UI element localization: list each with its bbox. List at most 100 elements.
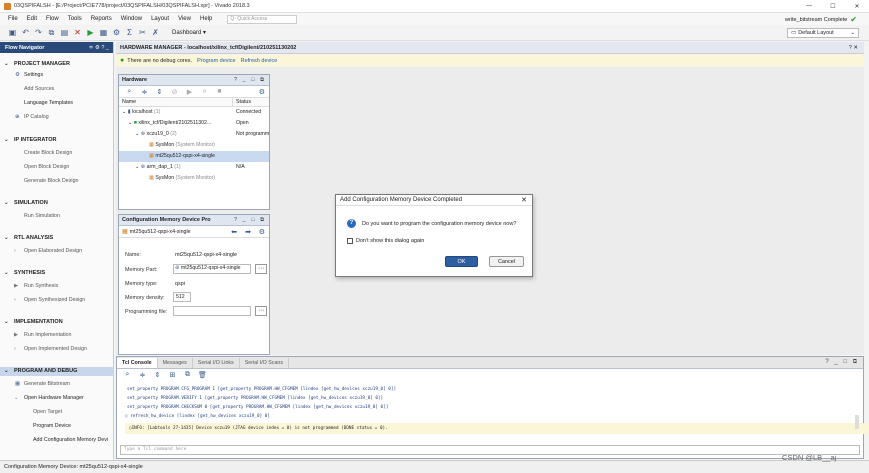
back-arrow-icon[interactable]: ⬅ (231, 228, 237, 236)
menu-help[interactable]: Help (200, 16, 212, 22)
filter-icon[interactable]: ⊞ (165, 371, 180, 379)
tcl-command-input[interactable]: Type a Tcl command here (120, 445, 860, 455)
table-row-selected[interactable]: ▦ mt25qu512-qspi-x4-single (119, 151, 269, 162)
nav-ip-catalog[interactable]: ⊕ IP Catalog (0, 113, 114, 122)
refresh-device-link[interactable]: Refresh device (241, 58, 278, 64)
open-project-icon[interactable]: ▣ (6, 28, 19, 37)
sigma-icon[interactable]: Σ (123, 28, 136, 37)
stop-icon[interactable]: ■ (212, 88, 227, 95)
console-scrollbar[interactable] (855, 415, 859, 429)
clear-icon[interactable]: 🗑 (195, 371, 210, 379)
table-row[interactable]: ⌄ ⊛ arm_dap_1 (1) N/A (119, 162, 269, 173)
section-project-manager[interactable]: ⌄ PROJECT MANAGER (0, 60, 114, 69)
expand-icon[interactable]: ⇕ (152, 88, 167, 96)
program-icon[interactable]: ▦ (97, 28, 110, 37)
nav-run-simulation[interactable]: Run Simulation (0, 212, 114, 221)
column-name[interactable]: Name (119, 98, 233, 106)
nav-language-templates[interactable]: Language Templates (0, 99, 114, 108)
nav-open-implemented-design[interactable]: › Open Implemented Design (0, 345, 114, 354)
table-row[interactable]: ▦ SysMon (System Monitor) (119, 140, 269, 151)
close-window-icon[interactable]: ✕ (845, 3, 869, 10)
section-synthesis[interactable]: ⌄ SYNTHESIS (0, 269, 114, 278)
connect-icon[interactable]: ⊘ (167, 88, 182, 96)
help-icon[interactable]: ? ✕ (849, 45, 858, 51)
nav-create-block-design[interactable]: Create Block Design (0, 149, 114, 158)
cancel-button[interactable]: Cancel (489, 256, 524, 267)
panel-window-icons[interactable]: ? _ □ ⧉ (234, 217, 266, 224)
table-row[interactable]: ▦ SysMon (System Monitor) (119, 173, 269, 184)
nav-add-sources[interactable]: Add Sources (0, 85, 114, 94)
tab-serial-io-scans[interactable]: Serial I/O Scans (240, 358, 289, 368)
nav-open-hardware-manager[interactable]: ⌄ Open Hardware Manager (0, 394, 114, 403)
settings-icon[interactable]: ⚙ (110, 28, 123, 37)
close-icon[interactable]: ✕ (521, 196, 527, 204)
expand-icon[interactable]: ⇕ (150, 371, 165, 379)
menu-reports[interactable]: Reports (91, 16, 112, 22)
memory-part-field[interactable]: ⊛ mt25qu512-qspi-x4-single (173, 264, 251, 274)
nav-open-block-design[interactable]: Open Block Design (0, 163, 114, 172)
fast-forward-icon[interactable]: » (197, 88, 212, 95)
section-ip-integrator[interactable]: ⌄ IP INTEGRATOR (0, 136, 114, 145)
maximize-icon[interactable]: ☐ (821, 3, 845, 10)
nav-open-synthesized-design[interactable]: › Open Synthesized Design (0, 296, 114, 305)
copy-icon[interactable]: ⧉ (45, 28, 58, 38)
program-device-link[interactable]: Program device (197, 58, 236, 64)
tab-tcl-console[interactable]: Tcl Console (117, 358, 158, 368)
cut-icon[interactable]: ✂ (136, 28, 149, 37)
table-row[interactable]: ⌄ ▮ localhost (1) Connected (119, 107, 269, 118)
gear-icon[interactable]: ⚙ (259, 228, 265, 236)
menu-window[interactable]: Window (121, 16, 142, 22)
panel-window-icons[interactable]: ? _ □ ⧉ (825, 359, 859, 366)
undo-icon[interactable]: ↶ (19, 28, 32, 37)
delete-icon[interactable]: ✕ (71, 28, 84, 37)
menu-edit[interactable]: Edit (27, 16, 37, 22)
panel-window-icons[interactable]: ? _ □ ⧉ (234, 77, 266, 84)
run-icon[interactable]: ▶ (84, 28, 97, 37)
memory-density-field[interactable]: 512 (173, 292, 191, 302)
minimize-icon[interactable]: — (797, 3, 821, 9)
copy-icon[interactable]: ⧉ (180, 371, 195, 379)
tools-icon[interactable]: ✗ (149, 28, 162, 37)
gear-icon[interactable]: ⚙ (259, 88, 265, 96)
redo-icon[interactable]: ↷ (32, 28, 45, 37)
collapse-all-icon[interactable]: ≑ (135, 371, 150, 379)
search-icon[interactable]: ⌕ (120, 371, 135, 379)
flow-navigator-header-icons[interactable]: ≑ ⚙ ? _ (89, 45, 109, 51)
table-row[interactable]: ⌄ ■ xilinx_tcf/Digilent/2102511302... Op… (119, 118, 269, 129)
nav-open-elaborated-design[interactable]: › Open Elaborated Design (0, 247, 114, 256)
layout-select[interactable]: ▭ Default Layout ⌄ (787, 28, 859, 38)
tab-serial-io-links[interactable]: Serial I/O Links (193, 358, 240, 368)
nav-program-device[interactable]: Program Device (0, 422, 114, 431)
nav-open-target[interactable]: Open Target (0, 408, 114, 417)
quick-access-input[interactable]: Q- Quick Access (227, 14, 298, 24)
dashboard-menu[interactable]: Dashboard ▾ (172, 29, 206, 36)
tab-messages[interactable]: Messages (158, 358, 193, 368)
nav-generate-bitstream[interactable]: ▦ Generate Bitstream (0, 380, 114, 389)
section-simulation[interactable]: ⌄ SIMULATION (0, 199, 114, 208)
section-program-and-debug[interactable]: ⌄ PROGRAM AND DEBUG (0, 367, 114, 376)
nav-run-implementation[interactable]: ▶ Run Implementation (0, 331, 114, 340)
section-implementation[interactable]: ⌄ IMPLEMENTATION (0, 318, 114, 327)
nav-generate-block-design[interactable]: Generate Block Design (0, 177, 114, 186)
section-rtl-analysis[interactable]: ⌄ RTL ANALYSIS (0, 234, 114, 243)
programming-file-browse-button[interactable]: ⋯ (255, 306, 267, 316)
paste-icon[interactable]: ▤ (58, 28, 71, 37)
search-icon[interactable]: ⌕ (122, 88, 137, 96)
ok-button[interactable]: OK (445, 256, 478, 267)
menu-flow[interactable]: Flow (46, 16, 59, 22)
forward-arrow-icon[interactable]: ➡ (245, 228, 251, 236)
menu-layout[interactable]: Layout (151, 16, 169, 22)
table-row[interactable]: ⌄ ⊛ xczu19_0 (2) Not programmed (119, 129, 269, 140)
menu-view[interactable]: View (178, 16, 191, 22)
nav-settings[interactable]: ⚙ Settings (0, 71, 114, 80)
menu-file[interactable]: File (8, 16, 18, 22)
menu-tools[interactable]: Tools (68, 16, 82, 22)
play-icon[interactable]: ▶ (182, 88, 197, 96)
programming-file-field[interactable] (173, 306, 251, 316)
collapse-all-icon[interactable]: ≑ (137, 88, 152, 96)
nav-run-synthesis[interactable]: ▶ Run Synthesis (0, 282, 114, 291)
nav-add-configuration-memory-device[interactable]: Add Configuration Memory Devi (0, 436, 114, 445)
dont-show-again-label[interactable]: Don't show this dialog again (356, 238, 424, 244)
column-status[interactable]: Status (233, 98, 251, 106)
memory-part-browse-button[interactable]: ⋯ (255, 264, 267, 274)
